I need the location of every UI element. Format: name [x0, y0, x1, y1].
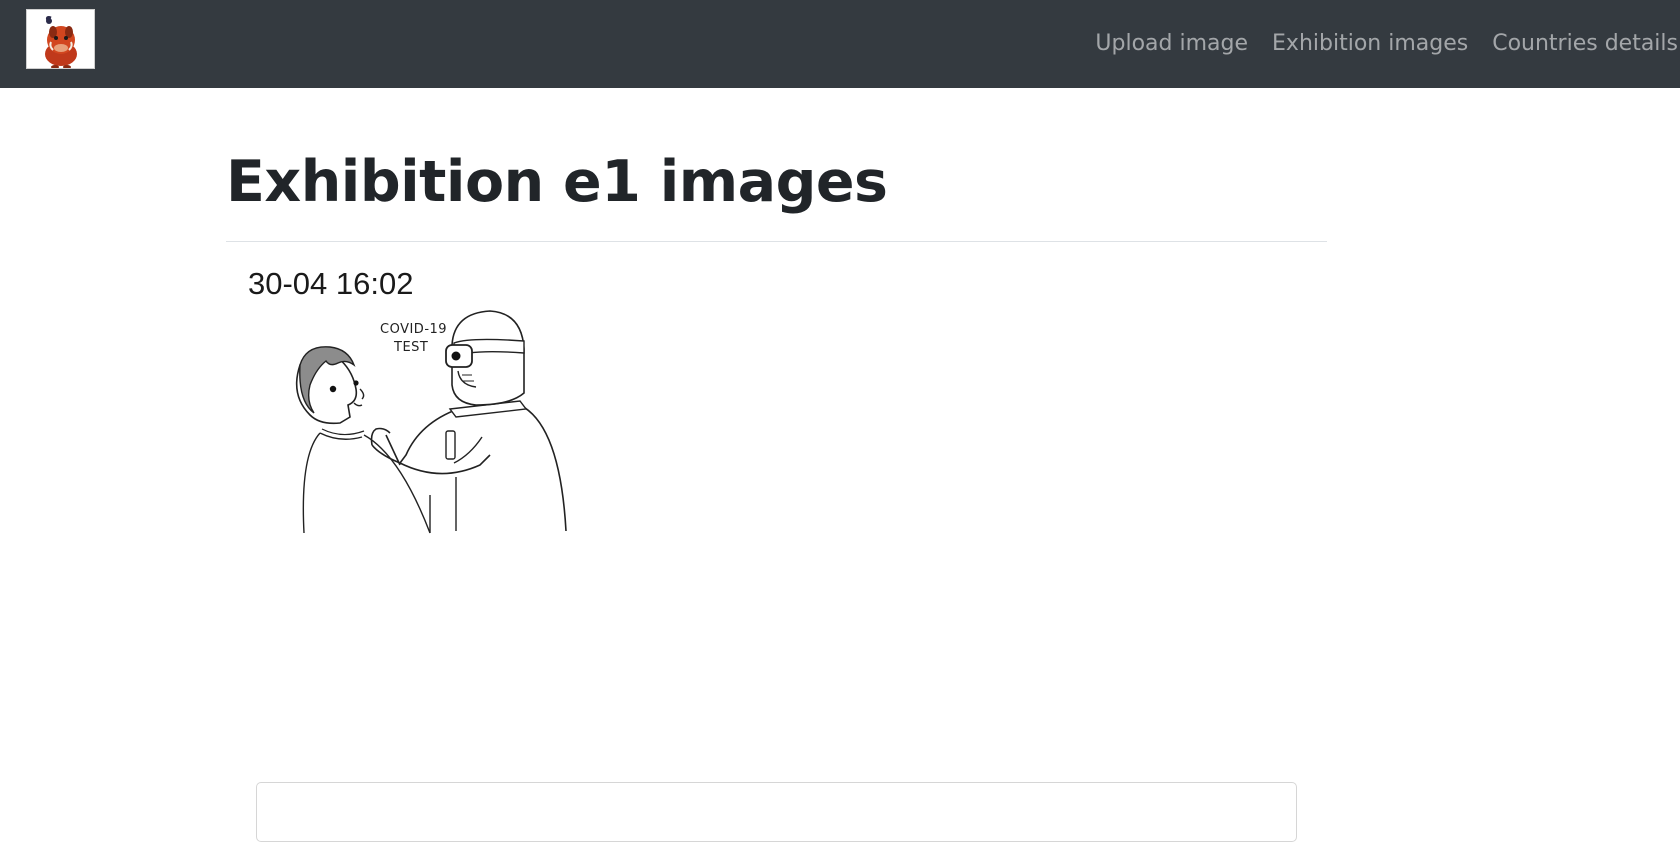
nav-links: Upload image Exhibition images Countries… — [1095, 0, 1680, 88]
top-navbar: Upload image Exhibition images Countries… — [0, 0, 1680, 88]
illustration-label-line2: TEST — [393, 340, 428, 355]
image-caption-card — [256, 782, 1297, 842]
title-divider — [226, 241, 1327, 242]
page-title: Exhibition e1 images — [226, 149, 888, 215]
logo-warthog-icon[interactable] — [26, 9, 95, 69]
nav-link-upload-image[interactable]: Upload image — [1095, 33, 1248, 55]
nav-link-exhibition-images[interactable]: Exhibition images — [1272, 33, 1468, 55]
nav-link-countries-details[interactable]: Countries details — [1492, 33, 1678, 55]
warthog-mascot-icon — [45, 16, 77, 68]
image-timestamp: 30-04 16:02 — [248, 266, 414, 301]
covid-test-illustration: COVID-19 TEST — [295, 310, 567, 534]
illustration-label-line1: COVID-19 — [380, 322, 447, 337]
